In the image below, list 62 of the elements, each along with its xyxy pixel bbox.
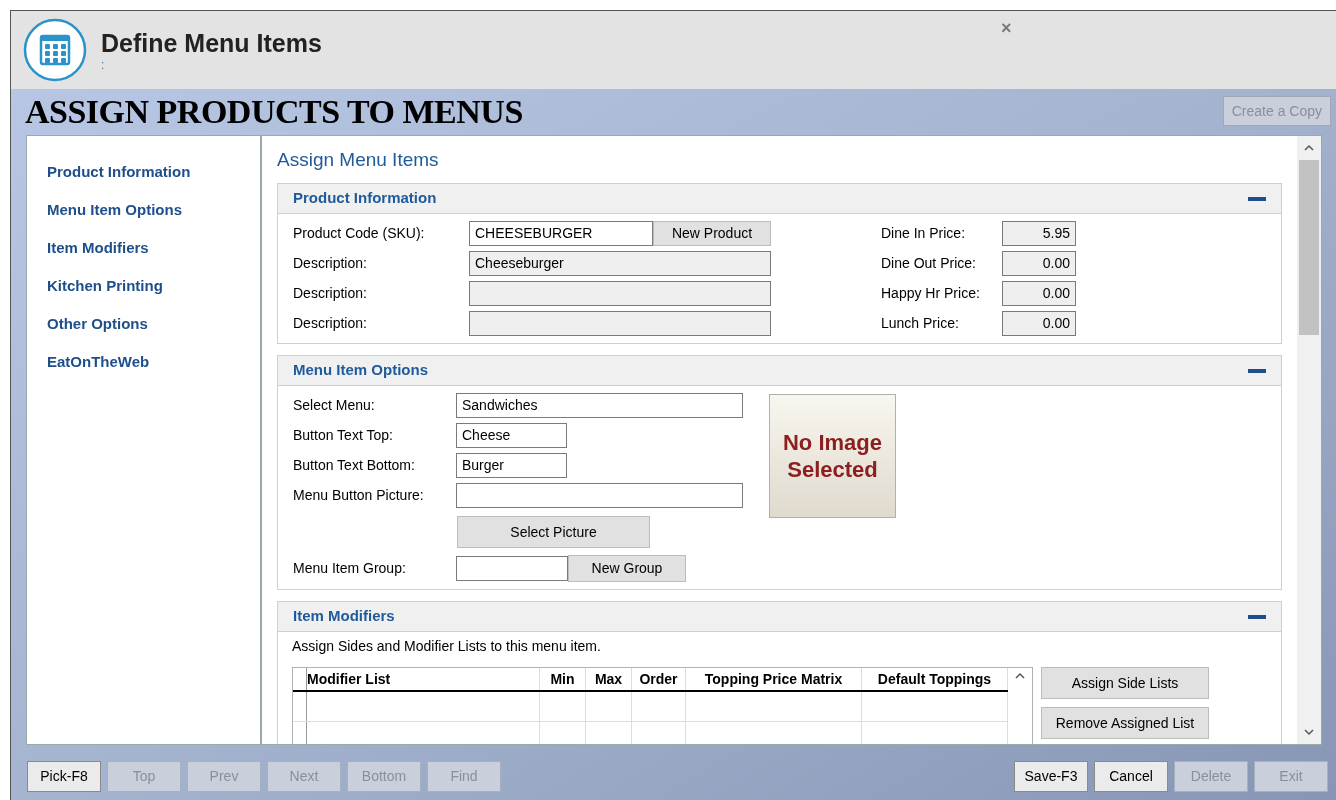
collapse-icon[interactable] <box>1248 614 1266 619</box>
column-header: Modifier List <box>307 671 391 687</box>
field-label: Lunch Price: <box>881 314 960 333</box>
sidebar-link[interactable]: Item Modifiers <box>47 238 149 258</box>
text-field[interactable]: Burger <box>456 453 567 478</box>
toolbar-button[interactable]: Save-F3 <box>1014 761 1088 792</box>
field-label: Dine In Price: <box>881 224 967 243</box>
new-group-button[interactable]: New Group <box>568 555 686 582</box>
toolbar-button[interactable]: Cancel <box>1094 761 1168 792</box>
section-title: Menu Item Options <box>293 360 428 381</box>
modifier-action-button[interactable]: Assign Side Lists <box>1041 667 1209 699</box>
price-field[interactable]: 5.95 <box>1002 221 1076 246</box>
column-header: Order <box>639 671 678 687</box>
column-header: Topping Price Matrix <box>704 671 843 687</box>
modifier-action-button[interactable]: Remove Assigned List <box>1041 707 1209 739</box>
collapse-icon[interactable] <box>1248 368 1266 373</box>
column-header: Default Toppings <box>877 671 992 687</box>
field-label: Description: <box>293 254 368 273</box>
no-image-text: No Image Selected <box>782 429 883 483</box>
field-label: Description: <box>293 284 368 303</box>
field-label: Button Text Bottom: <box>293 456 416 475</box>
field-label: Description: <box>293 314 368 333</box>
sidebar-link[interactable]: Other Options <box>47 314 148 334</box>
text-field[interactable] <box>456 483 743 508</box>
select-picture-button[interactable]: Select Picture <box>457 516 650 548</box>
collapse-icon[interactable] <box>1248 196 1266 201</box>
sidebar-link[interactable]: Product Information <box>47 162 191 182</box>
sku-field[interactable]: CHEESEBURGER <box>469 221 653 246</box>
field-label: Product Code (SKU): <box>293 224 426 243</box>
field-label: Menu Item Group: <box>293 559 407 578</box>
new-product-button[interactable]: New Product <box>653 221 771 246</box>
field-label: Happy Hr Price: <box>881 284 981 303</box>
field-label: Select Menu: <box>293 396 376 415</box>
column-header: Max <box>594 671 623 687</box>
price-field[interactable]: 0.00 <box>1002 251 1076 276</box>
text-field[interactable]: Sandwiches <box>456 393 743 418</box>
section-title: Item Modifiers <box>293 606 395 627</box>
panel-title: Assign Menu Items <box>277 148 439 172</box>
price-field[interactable]: 0.00 <box>1002 281 1076 306</box>
toolbar-button[interactable]: Pick-F8 <box>27 761 101 792</box>
sidebar-link[interactable]: Menu Item Options <box>47 200 182 220</box>
page-title: ASSIGN PRODUCTS TO MENUS <box>25 91 523 132</box>
description-field[interactable] <box>469 281 771 306</box>
scrollbar[interactable] <box>1297 136 1321 744</box>
section-title: Product Information <box>293 188 437 209</box>
field-label: Menu Button Picture: <box>293 486 425 505</box>
column-header: Min <box>550 671 575 687</box>
sidebar-link[interactable]: Kitchen Printing <box>47 276 163 296</box>
sidebar-link[interactable]: EatOnTheWeb <box>47 352 150 372</box>
field-label: Button Text Top: <box>293 426 394 445</box>
price-field[interactable]: 0.00 <box>1002 311 1076 336</box>
group-field[interactable] <box>456 556 568 581</box>
description-field[interactable] <box>469 311 771 336</box>
calendar-grid-icon <box>23 18 87 82</box>
section-note: Assign Sides and Modifier Lists to this menu item. <box>292 637 602 655</box>
window-title: Define Menu Items <box>101 28 322 58</box>
text-field[interactable]: Cheese <box>456 423 567 448</box>
scroll-down-icon[interactable] <box>1303 726 1315 738</box>
description-field[interactable]: Cheeseburger <box>469 251 771 276</box>
scroll-thumb[interactable] <box>1299 160 1319 335</box>
window-subtitle: : <box>101 58 106 72</box>
field-label: Dine Out Price: <box>881 254 977 273</box>
